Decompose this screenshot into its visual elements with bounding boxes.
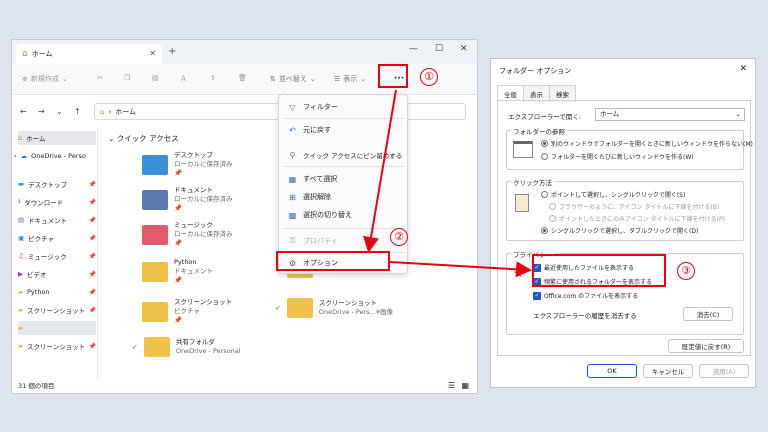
annotation-arrows	[363, 89, 532, 278]
arrow-2-to-3	[389, 261, 532, 278]
arrow-1-to-2	[363, 89, 397, 253]
